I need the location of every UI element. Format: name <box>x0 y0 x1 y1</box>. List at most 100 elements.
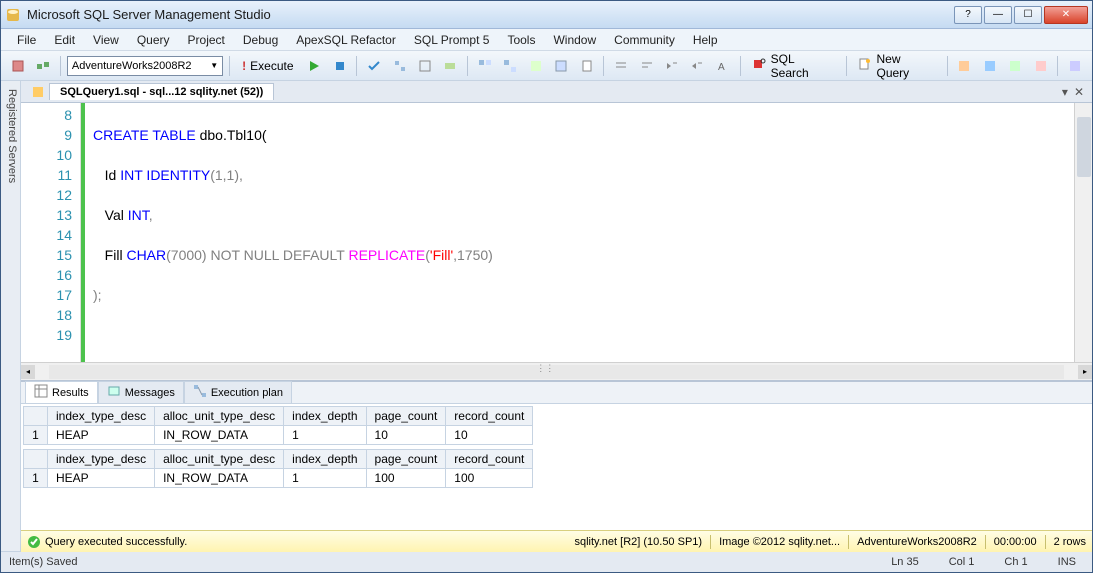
col-header[interactable]: record_count <box>446 407 533 426</box>
col-header[interactable]: alloc_unit_type_desc <box>155 450 284 469</box>
new-query-button[interactable]: New Query <box>852 50 940 82</box>
database-selector[interactable]: AdventureWorks2008R2 ▼ <box>67 56 223 76</box>
toolbar-icon-a[interactable] <box>954 55 975 77</box>
code-line: Id INT IDENTITY(1,1), <box>93 165 1084 185</box>
include-plan-icon[interactable] <box>474 55 495 77</box>
col-header[interactable]: index_type_desc <box>48 450 155 469</box>
menu-view[interactable]: View <box>85 31 127 49</box>
close-button[interactable]: ✕ <box>1044 6 1088 24</box>
minimize-button[interactable]: — <box>984 6 1012 24</box>
col-header[interactable]: page_count <box>366 450 446 469</box>
change-connection-icon[interactable] <box>32 55 53 77</box>
rownum-cell: 1 <box>24 469 48 488</box>
col-header[interactable]: index_type_desc <box>48 407 155 426</box>
cell: 1 <box>284 469 366 488</box>
menu-help[interactable]: Help <box>685 31 726 49</box>
code-content[interactable]: CREATE TABLE dbo.Tbl10( Id INT IDENTITY(… <box>85 103 1092 362</box>
horizontal-scrollbar[interactable]: ◂ ⋮⋮ ▸ <box>21 362 1092 380</box>
col-indicator: Col 1 <box>949 556 975 568</box>
database-name: AdventureWorks2008R2 <box>72 60 192 72</box>
tab-close-icon[interactable]: ✕ <box>1074 85 1084 99</box>
toolbar-icon-c[interactable] <box>1004 55 1025 77</box>
table-row[interactable]: 1 HEAP IN_ROW_DATA 1 100 100 <box>24 469 533 488</box>
results-to-text-icon[interactable] <box>525 55 546 77</box>
specify-values-icon[interactable]: A <box>712 55 733 77</box>
sidebar-tab-registered[interactable]: Registered Servers <box>4 85 20 552</box>
menu-query[interactable]: Query <box>129 31 178 49</box>
intellisense-icon[interactable] <box>440 55 461 77</box>
execute-button[interactable]: ! Execute <box>236 57 299 75</box>
new-query-icon <box>858 57 872 74</box>
line-num: 14 <box>21 225 72 245</box>
scroll-left-icon[interactable]: ◂ <box>21 365 35 379</box>
query-options-icon[interactable] <box>414 55 435 77</box>
status-server: sqlity.net [R2] (10.50 SP1) <box>574 536 702 548</box>
comment-icon[interactable] <box>610 55 631 77</box>
col-header[interactable]: index_depth <box>284 407 366 426</box>
results-tab-results[interactable]: Results <box>25 381 98 403</box>
titlebar[interactable]: Microsoft SQL Server Management Studio ?… <box>1 1 1092 29</box>
sidebar: Registered Servers Object Explorer Solut… <box>1 81 21 552</box>
menu-project[interactable]: Project <box>180 31 233 49</box>
tab-label: Messages <box>125 387 175 399</box>
uncomment-icon[interactable] <box>636 55 657 77</box>
header-row: index_type_desc alloc_unit_type_desc ind… <box>24 450 533 469</box>
results-to-file-icon[interactable] <box>576 55 597 77</box>
document-tab[interactable]: SQLQuery1.sql - sql...12 sqlity.net (52)… <box>49 83 274 100</box>
col-header[interactable]: alloc_unit_type_desc <box>155 407 284 426</box>
toolbar-icon-e[interactable] <box>1064 55 1085 77</box>
scroll-track[interactable]: ⋮⋮ <box>49 365 1064 379</box>
toolbar-icon-b[interactable] <box>979 55 1000 77</box>
include-stats-icon[interactable] <box>500 55 521 77</box>
menu-file[interactable]: File <box>9 31 44 49</box>
tab-label: SQLQuery1.sql - sql...12 sqlity.net (52)… <box>60 86 263 98</box>
results-to-grid-icon[interactable] <box>551 55 572 77</box>
vertical-scrollbar[interactable] <box>1074 103 1092 362</box>
menu-sqlprompt[interactable]: SQL Prompt 5 <box>406 31 498 49</box>
stop-icon[interactable] <box>329 55 350 77</box>
scroll-thumb[interactable] <box>1077 117 1091 177</box>
col-header[interactable]: page_count <box>366 407 446 426</box>
content-area: Registered Servers Object Explorer Solut… <box>1 81 1092 552</box>
code-editor[interactable]: 8 9 10 11 12 13 14 15 16 17 18 19 CREATE… <box>21 103 1092 362</box>
sql-search-button[interactable]: SQL Search <box>747 50 840 82</box>
query-statusbar: Query executed successfully. sqlity.net … <box>21 530 1092 552</box>
ins-indicator: INS <box>1058 556 1076 568</box>
results-grids: index_type_desc alloc_unit_type_desc ind… <box>21 404 1092 530</box>
rownum-header <box>24 450 48 469</box>
menu-window[interactable]: Window <box>545 31 604 49</box>
line-num: 10 <box>21 145 72 165</box>
menu-debug[interactable]: Debug <box>235 31 286 49</box>
toolbar-icon-d[interactable] <box>1030 55 1051 77</box>
col-header[interactable]: record_count <box>446 450 533 469</box>
sidebar-tab-object-explorer[interactable]: Object Explorer <box>1 85 4 552</box>
sql-search-label: SQL Search <box>771 52 834 80</box>
col-header[interactable]: index_depth <box>284 450 366 469</box>
status-message: Query executed successfully. <box>45 536 187 548</box>
maximize-button[interactable]: ☐ <box>1014 6 1042 24</box>
table-row[interactable]: 1 HEAP IN_ROW_DATA 1 10 10 <box>24 426 533 445</box>
menu-community[interactable]: Community <box>606 31 683 49</box>
sidebar-label: Registered Servers <box>6 89 18 183</box>
menu-apexsql[interactable]: ApexSQL Refactor <box>288 31 404 49</box>
menu-tools[interactable]: Tools <box>499 31 543 49</box>
separator <box>356 56 357 76</box>
cell: 100 <box>366 469 446 488</box>
results-tab-messages[interactable]: Messages <box>98 381 184 403</box>
separator <box>467 56 468 76</box>
scroll-right-icon[interactable]: ▸ <box>1078 365 1092 379</box>
tab-dropdown-icon[interactable]: ▾ <box>1062 85 1068 99</box>
code-line <box>93 325 1084 345</box>
toolbar-icon-1[interactable] <box>7 55 28 77</box>
results-tab-execplan[interactable]: Execution plan <box>184 381 292 403</box>
outdent-icon[interactable] <box>687 55 708 77</box>
code-line: ); <box>93 285 1084 305</box>
menu-edit[interactable]: Edit <box>46 31 83 49</box>
saved-status: Item(s) Saved <box>9 556 77 568</box>
parse-icon[interactable] <box>363 55 384 77</box>
indent-icon[interactable] <box>661 55 682 77</box>
estimated-plan-icon[interactable] <box>389 55 410 77</box>
play-icon[interactable] <box>304 55 325 77</box>
execute-label: Execute <box>250 59 293 73</box>
help-button[interactable]: ? <box>954 6 982 24</box>
